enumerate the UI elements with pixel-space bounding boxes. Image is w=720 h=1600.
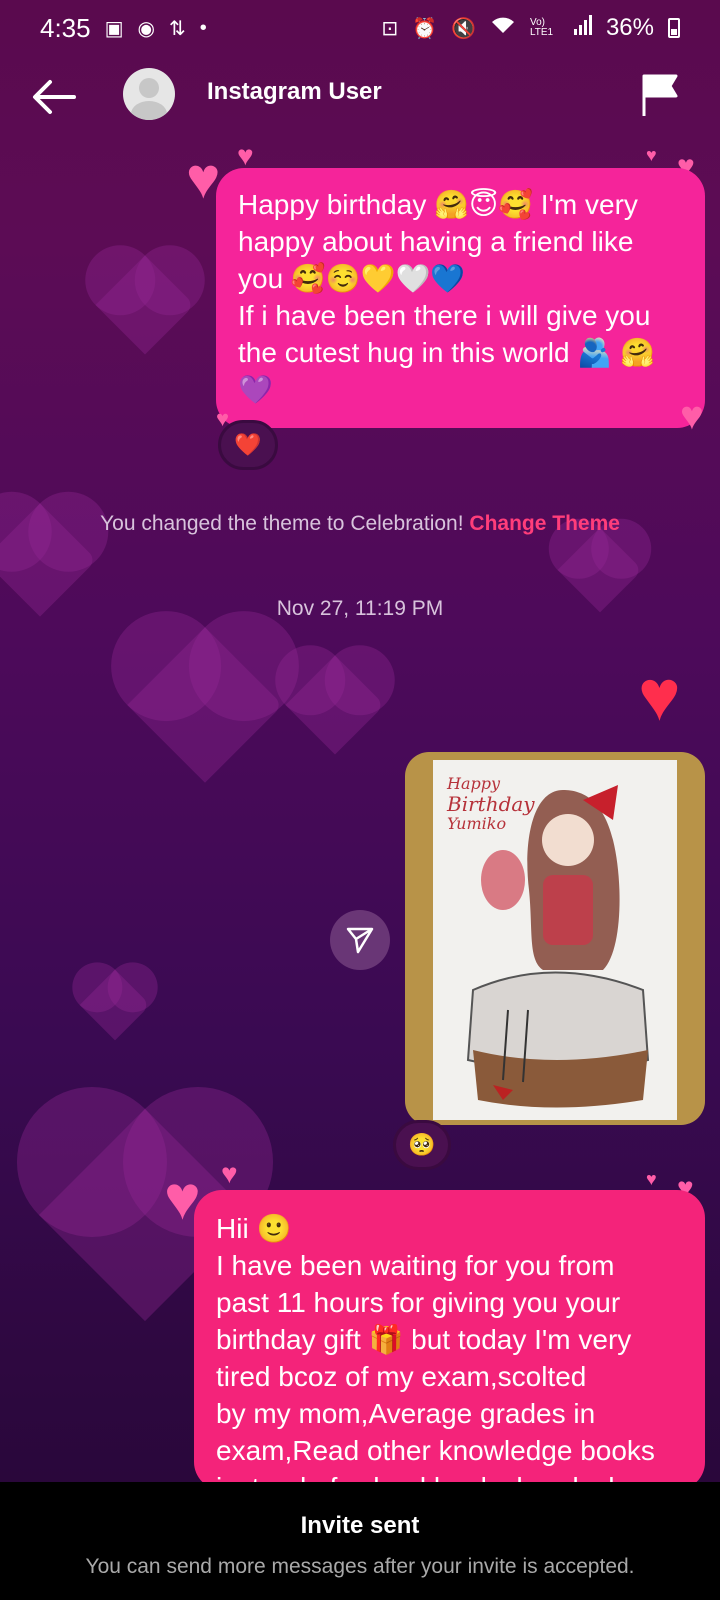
message-line: the cutest hug in this world 🫂 🤗 bbox=[238, 337, 655, 368]
username[interactable]: Instagram User bbox=[207, 78, 382, 106]
dot-icon: • bbox=[199, 16, 207, 39]
decor-heart-icon: ♥ bbox=[646, 145, 657, 165]
battery-percent: 36% bbox=[605, 14, 654, 41]
message-bubble-sent[interactable]: Happy birthday 🤗😇🥰 I'm very happy about … bbox=[216, 168, 705, 428]
flag-icon bbox=[642, 74, 678, 116]
invite-sent-title: Invite sent bbox=[300, 1512, 420, 1539]
message-line: tired bcoz of my exam,scolted bbox=[216, 1361, 587, 1392]
birthday-drawing: Happy Birthday Yumiko bbox=[433, 760, 677, 1120]
status-left: 4:35 ▣ ◉ ⇅ • bbox=[40, 13, 207, 44]
background-heart bbox=[95, 255, 195, 355]
status-right: ⊡ ⏰ 🔇 Vo) LTE1 36% bbox=[381, 14, 680, 42]
chat-header: Instagram User bbox=[0, 62, 720, 132]
report-button[interactable] bbox=[640, 72, 680, 118]
decor-heart-icon: ♥ bbox=[221, 1158, 238, 1189]
message-line: happy about having a friend like bbox=[238, 226, 634, 257]
invite-status-footer: Invite sent You can send more messages a… bbox=[0, 1482, 720, 1600]
change-theme-link[interactable]: Change Theme bbox=[469, 512, 620, 535]
image-message[interactable]: Happy Birthday Yumiko bbox=[405, 752, 705, 1125]
message-line: I have been waiting for you from bbox=[216, 1250, 615, 1281]
message-line: Happy birthday 🤗😇🥰 I'm very bbox=[238, 189, 638, 220]
mute-icon: 🔇 bbox=[451, 17, 476, 40]
decor-heart-icon: ♥ bbox=[646, 1169, 657, 1189]
status-time: 4:35 bbox=[40, 12, 91, 43]
message-line: exam,Read other knowledge books bbox=[216, 1435, 655, 1466]
theme-change-notice: You changed the theme to Celebration! Ch… bbox=[0, 512, 720, 536]
avatar[interactable] bbox=[123, 68, 175, 120]
message-line: birthday gift 🎁 but today I'm very bbox=[216, 1324, 632, 1355]
wifi-icon bbox=[490, 15, 516, 41]
message-bubble-sent[interactable]: Hii 🙂 I have been waiting for you from p… bbox=[194, 1190, 705, 1490]
message-reaction[interactable]: ❤️ bbox=[218, 420, 278, 470]
background-heart bbox=[79, 969, 151, 1041]
heart-icon: ♥ bbox=[638, 656, 681, 736]
send-icon bbox=[346, 927, 374, 954]
arrow-left-icon bbox=[33, 80, 76, 114]
theme-change-text: You changed the theme to Celebration! bbox=[100, 512, 464, 535]
message-line: Hii 🙂 bbox=[216, 1213, 292, 1244]
signal-icon bbox=[573, 15, 592, 41]
back-button[interactable] bbox=[30, 74, 78, 120]
lock-icon: ⊡ bbox=[381, 17, 399, 40]
chat-icon: ◉ bbox=[137, 17, 155, 40]
decor-heart-icon: ♥ bbox=[237, 140, 254, 171]
message-line: If i have been there i will give you bbox=[238, 300, 651, 331]
network-label: Vo) LTE1 bbox=[529, 17, 554, 38]
message-line: 💜 bbox=[238, 374, 273, 405]
share-button[interactable] bbox=[330, 910, 390, 970]
background-heart bbox=[285, 655, 385, 755]
message-line: by my mom,Average grades in bbox=[216, 1398, 596, 1429]
data-transfer-icon: ⇅ bbox=[168, 17, 186, 40]
drawing-illustration bbox=[466, 785, 650, 1108]
image-reaction[interactable]: 🥺 bbox=[393, 1120, 451, 1170]
decor-heart-icon: ♥ bbox=[680, 394, 704, 438]
alarm-icon: ⏰ bbox=[412, 17, 438, 40]
invite-sent-subtitle: You can send more messages after your in… bbox=[85, 1555, 635, 1578]
status-bar: 4:35 ▣ ◉ ⇅ • ⊡ ⏰ 🔇 Vo) LTE1 36% bbox=[0, 0, 720, 56]
message-timestamp: Nov 27, 11:19 PM bbox=[276, 597, 444, 620]
gallery-icon: ▣ bbox=[104, 17, 124, 40]
background-heart bbox=[127, 627, 283, 783]
message-line: you 🥰☺️💛🤍💙 bbox=[238, 263, 466, 294]
avatar-head bbox=[139, 78, 159, 98]
avatar-body bbox=[131, 101, 167, 120]
message-line: past 11 hours for giving you your bbox=[216, 1287, 621, 1318]
battery-icon bbox=[668, 18, 680, 38]
